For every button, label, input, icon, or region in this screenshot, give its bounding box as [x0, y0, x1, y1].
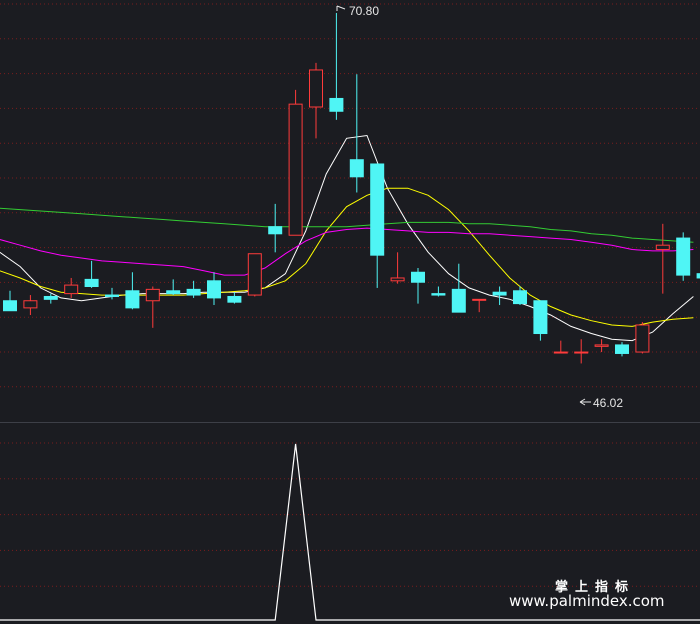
- candle-body: [553, 351, 568, 354]
- candle-body: [370, 163, 385, 256]
- candle-body: [186, 288, 201, 296]
- candle-body: [64, 284, 79, 295]
- candle: [635, 322, 650, 354]
- candle: [268, 203, 283, 253]
- candle-body: [166, 290, 181, 295]
- candle-body: [125, 290, 140, 309]
- candle: [411, 267, 425, 304]
- moving-averages: [0, 134, 694, 342]
- candle: [390, 252, 405, 284]
- candle: [349, 74, 364, 193]
- candle-body: [145, 288, 160, 302]
- candle: [309, 62, 323, 139]
- candle: [288, 89, 303, 236]
- candle-body: [431, 293, 446, 296]
- candle: [615, 342, 629, 357]
- candle: [513, 286, 527, 306]
- candle-body: [513, 290, 527, 305]
- candle-body: [268, 226, 283, 235]
- candle-body: [615, 344, 629, 354]
- candle-body: [3, 300, 17, 312]
- candle-body: [227, 295, 242, 303]
- candle: [84, 260, 99, 288]
- candle: [125, 272, 140, 310]
- candle-body: [635, 324, 650, 353]
- candle: [329, 12, 344, 120]
- candle: [472, 298, 487, 313]
- candle: [594, 339, 609, 353]
- low-label: 46.02: [593, 396, 623, 410]
- candle: [451, 263, 466, 313]
- candle-body: [105, 294, 119, 297]
- candle: [145, 286, 160, 328]
- candle: [574, 339, 589, 364]
- chart-stage: 70.80 46.02 掌上指标 www.palmindex.com: [0, 0, 700, 624]
- candle-body: [655, 244, 670, 250]
- candle: [655, 223, 670, 294]
- candle: [227, 292, 242, 304]
- high-marker: [336, 5, 346, 11]
- candles: [3, 12, 700, 364]
- watermark-url: www.palmindex.com: [509, 592, 665, 610]
- candle-body: [451, 288, 466, 313]
- candle: [64, 277, 79, 298]
- candle-body: [676, 237, 691, 276]
- candle-body: [472, 298, 487, 301]
- candle-body: [309, 69, 323, 108]
- candle-body: [329, 97, 344, 112]
- candle-body: [43, 295, 58, 300]
- candle-body: [492, 291, 507, 296]
- candle-body: [594, 344, 609, 347]
- candle-body: [349, 159, 364, 178]
- candle: [533, 300, 548, 341]
- ma-line-3: [0, 227, 694, 276]
- candle: [676, 232, 691, 281]
- candle-body: [533, 300, 548, 335]
- candle-body: [23, 300, 38, 309]
- candle-body: [574, 351, 589, 354]
- ma-line-4: [0, 207, 694, 243]
- candle: [186, 280, 201, 298]
- candle: [23, 295, 38, 315]
- candle-body: [84, 278, 99, 288]
- candle: [431, 286, 446, 297]
- candle: [207, 272, 221, 306]
- candle: [247, 253, 262, 297]
- candle-body: [390, 277, 405, 282]
- candle-body: [411, 271, 425, 283]
- candle: [370, 163, 385, 288]
- candle: [166, 279, 181, 296]
- high-label: 70.80: [349, 4, 379, 18]
- candle-body: [207, 280, 221, 299]
- low-marker: [579, 398, 591, 406]
- ma-line-2: [0, 187, 694, 327]
- candle-body: [247, 253, 262, 296]
- candle-body: [288, 103, 303, 236]
- candle: [3, 290, 17, 312]
- stock-chart: 70.80 46.02: [0, 3, 700, 621]
- candle: [553, 340, 568, 354]
- ma-line-1: [0, 134, 694, 342]
